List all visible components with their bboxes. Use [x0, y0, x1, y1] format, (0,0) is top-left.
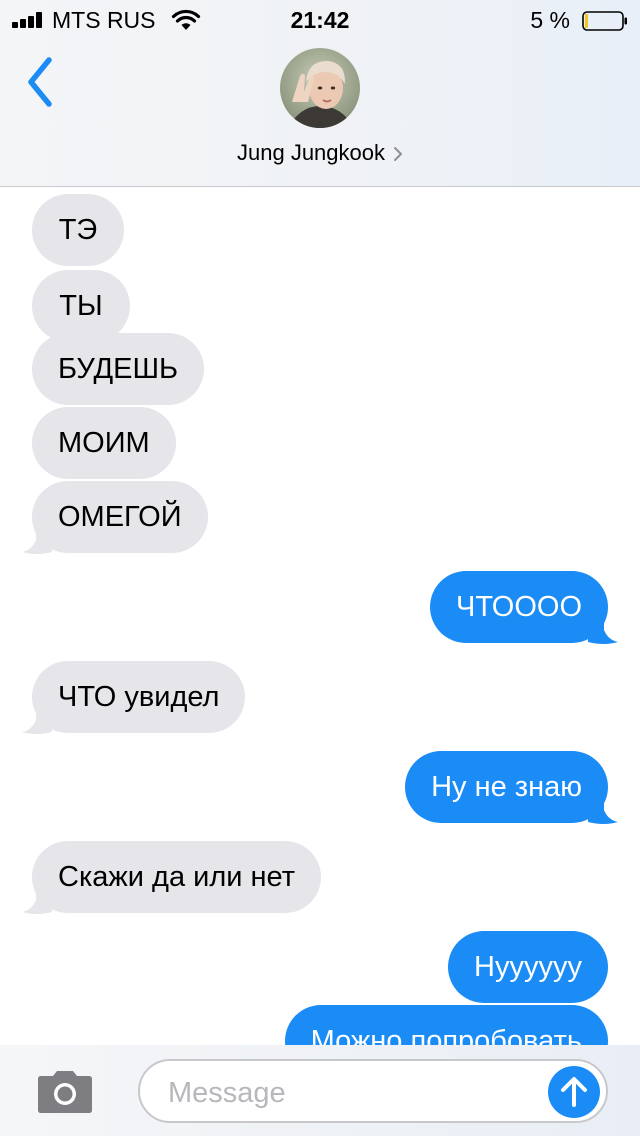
chevron-right-icon	[394, 147, 402, 162]
message-bubble-outgoing[interactable]: Ну не знаю	[405, 751, 608, 823]
conversation-header: MTS RUS 21:42 5 % Jung Jungkook	[0, 0, 640, 187]
messages-app: MTS RUS 21:42 5 % Jung Jungkook ТЭ ТЫ БУ…	[0, 0, 640, 1136]
battery-icon	[582, 11, 627, 31]
message-bubble-outgoing[interactable]: Нуууууу	[448, 931, 608, 1003]
camera-icon[interactable]	[34, 1069, 96, 1115]
message-bubble-incoming[interactable]: ОМЕГОЙ	[32, 481, 208, 553]
message-list[interactable]: ТЭ ТЫ БУДЕШЬ МОИМ ОМЕГОЙ ЧТОООО ЧТО увид…	[0, 187, 640, 1045]
message-bubble-incoming[interactable]: ТЭ	[32, 194, 124, 266]
contact-name-button[interactable]: Jung Jungkook	[0, 140, 640, 166]
message-bubble-incoming[interactable]: ЧТО увидел	[32, 661, 246, 733]
compose-bar	[0, 1045, 640, 1136]
status-bar: MTS RUS 21:42 5 %	[0, 0, 640, 40]
message-bubble-incoming[interactable]: ТЫ	[32, 270, 130, 342]
message-bubble-outgoing[interactable]: Можно попробовать	[284, 1005, 608, 1045]
send-button[interactable]	[548, 1066, 600, 1118]
message-input[interactable]	[166, 1071, 530, 1115]
back-button[interactable]	[20, 54, 60, 110]
message-field	[138, 1059, 608, 1123]
contact-name: Jung Jungkook	[237, 140, 385, 165]
contact-avatar[interactable]	[280, 48, 360, 128]
message-bubble-incoming[interactable]: МОИМ	[32, 407, 176, 479]
arrow-up-icon	[561, 1077, 587, 1107]
message-bubble-incoming[interactable]: БУДЕШЬ	[32, 333, 205, 405]
message-bubble-incoming[interactable]: Скажи да или нет	[32, 841, 321, 913]
battery-percent: 5 %	[530, 7, 570, 33]
message-bubble-outgoing[interactable]: ЧТОООО	[430, 571, 608, 643]
